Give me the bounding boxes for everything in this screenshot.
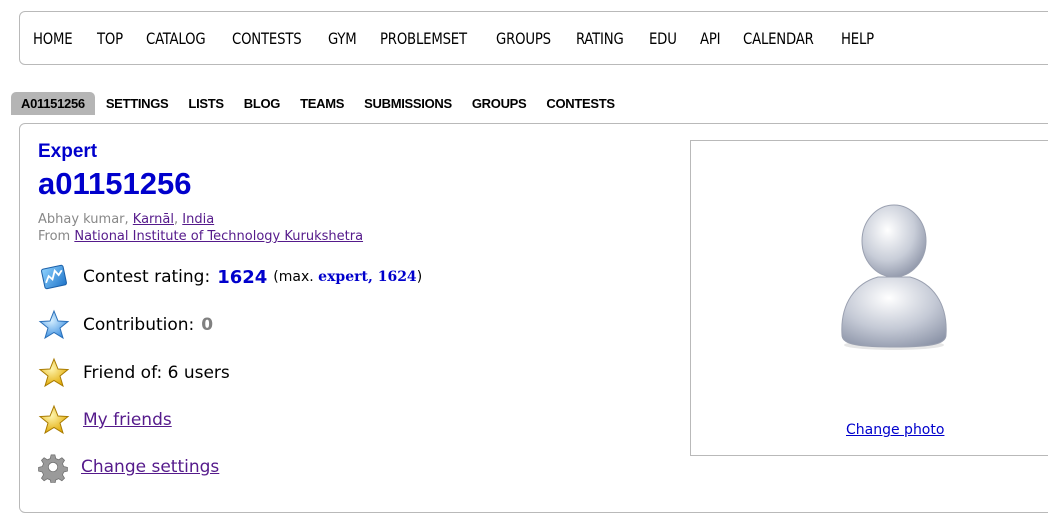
- tab-settings[interactable]: SETTINGS: [106, 93, 169, 114]
- menu-groups[interactable]: GROUPS: [496, 29, 551, 48]
- menu-help[interactable]: HELP: [841, 29, 874, 48]
- rating-max-prefix: (max.: [273, 269, 319, 285]
- menu-calendar[interactable]: CALENDAR: [743, 29, 814, 48]
- my-friends-link[interactable]: My friends: [83, 410, 172, 430]
- photo-box: Change photo: [690, 140, 1048, 456]
- contest-rating-max: (max. expert, 1624): [273, 269, 422, 285]
- top-menu-list: HOME TOP CATALOG CONTESTS GYM PROBLEMSET…: [20, 12, 1048, 64]
- change-settings-link[interactable]: Change settings: [81, 457, 219, 477]
- contribution-row: Contribution: 0: [38, 308, 213, 342]
- top-menu: HOME TOP CATALOG CONTESTS GYM PROBLEMSET…: [19, 11, 1048, 65]
- user-organization: From National Institute of Technology Ku…: [38, 229, 363, 244]
- profile-box: Expert a01151256 Abhay kumar, Karnāl, In…: [19, 123, 1048, 513]
- contribution-label: Contribution:: [83, 315, 195, 335]
- user-name: Abhay kumar,: [38, 212, 133, 227]
- gear-icon: [38, 451, 68, 485]
- tab-lists[interactable]: LISTS: [188, 93, 224, 114]
- change-photo-link[interactable]: Change photo: [846, 422, 944, 438]
- friend-of-text: Friend of: 6 users: [83, 363, 230, 383]
- menu-edu[interactable]: EDU: [649, 29, 677, 48]
- user-silhouette-icon: [841, 204, 947, 350]
- country-link[interactable]: India: [182, 212, 214, 227]
- menu-gym[interactable]: GYM: [328, 29, 357, 48]
- gold-star-icon: [38, 404, 70, 436]
- contribution-value: 0: [201, 315, 214, 335]
- gold-star-icon: [38, 357, 70, 389]
- profile-submenu: A01151256 SETTINGS LISTS BLOG TEAMS SUBM…: [11, 92, 635, 115]
- city-link[interactable]: Karnāl: [133, 212, 174, 227]
- contest-rating-row: Contest rating: 1624 (max. expert, 1624): [38, 260, 422, 294]
- contest-rating-label: Contest rating:: [83, 267, 211, 287]
- rating-max-rank: expert, 1624: [318, 269, 417, 285]
- rating-max-suffix: ): [416, 269, 423, 285]
- rating-chart-icon: [38, 261, 70, 293]
- tab-teams[interactable]: TEAMS: [300, 93, 344, 114]
- user-location: Abhay kumar, Karnāl, India: [38, 212, 214, 227]
- contest-rating-value: 1624: [217, 266, 268, 288]
- tab-groups[interactable]: GROUPS: [472, 93, 527, 114]
- user-handle: a01151256: [38, 166, 192, 201]
- change-settings-row: Change settings: [38, 450, 219, 485]
- organization-link[interactable]: National Institute of Technology Kuruksh…: [74, 229, 363, 244]
- menu-home[interactable]: HOME: [33, 29, 73, 48]
- menu-top[interactable]: TOP: [97, 29, 123, 48]
- menu-api[interactable]: API: [700, 29, 721, 48]
- menu-problemset[interactable]: PROBLEMSET: [380, 29, 467, 48]
- menu-rating[interactable]: RATING: [576, 29, 624, 48]
- blue-star-icon: [38, 309, 70, 341]
- from-label: From: [38, 229, 75, 244]
- friend-of-row: Friend of: 6 users: [38, 356, 230, 390]
- user-rank: Expert: [38, 141, 98, 162]
- my-friends-row: My friends: [38, 403, 172, 437]
- menu-contests[interactable]: CONTESTS: [232, 29, 302, 48]
- tab-blog[interactable]: BLOG: [244, 93, 281, 114]
- tab-profile[interactable]: A01151256: [11, 92, 95, 115]
- menu-catalog[interactable]: CATALOG: [146, 29, 206, 48]
- tab-contests[interactable]: CONTESTS: [546, 93, 615, 114]
- tab-submissions[interactable]: SUBMISSIONS: [364, 93, 452, 114]
